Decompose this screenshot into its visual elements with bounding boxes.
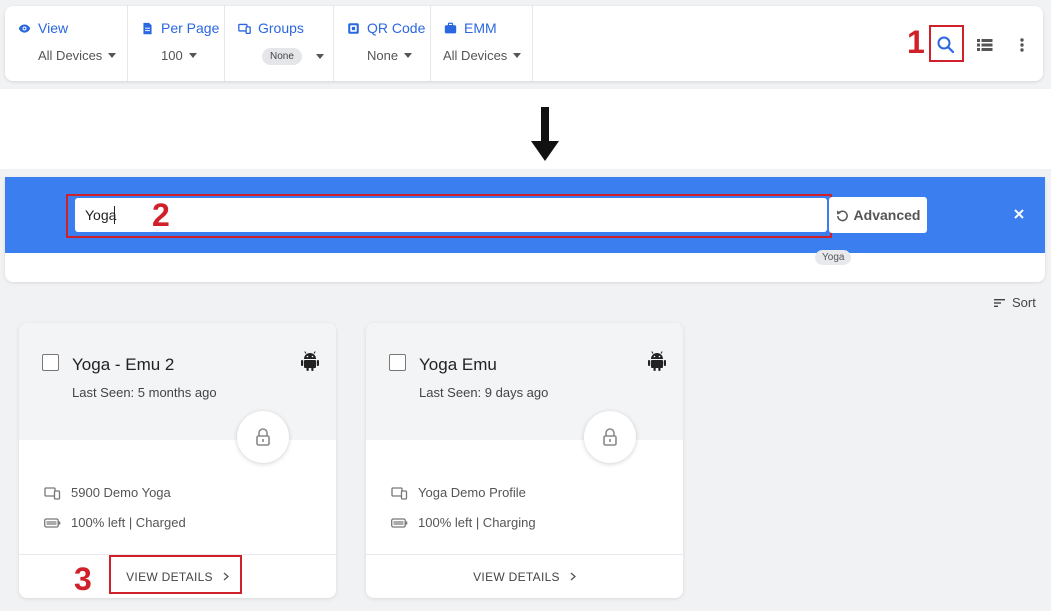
groups-value: None — [262, 48, 302, 65]
device-profile-label: Yoga Demo Profile — [418, 485, 526, 500]
device-card: Yoga Emu Last Seen: 9 days ago Yoga Demo… — [366, 323, 683, 598]
step-3-marker: 3 — [74, 561, 92, 597]
qr-code-filter-label: QR Code — [367, 20, 426, 36]
qr-code-icon — [348, 22, 359, 34]
devices-icon — [238, 23, 251, 34]
android-icon — [648, 351, 666, 371]
sort-label: Sort — [1012, 295, 1036, 310]
view-value: All Devices — [38, 48, 103, 63]
search-panel: 2 Advanced Yoga — [5, 177, 1045, 282]
lock-icon — [603, 428, 617, 446]
groups-dropdown[interactable]: None — [262, 48, 324, 65]
chevron-down-icon — [188, 53, 197, 58]
view-details-highlight — [109, 555, 242, 594]
sort-icon — [994, 298, 1005, 307]
view-details-label: VIEW DETAILS — [473, 569, 560, 584]
last-seen: Last Seen: 5 months ago — [72, 385, 217, 400]
arrow-down-icon — [531, 107, 559, 161]
step-2-marker: 2 — [152, 197, 170, 233]
per-page-filter[interactable]: Per Page 100 — [128, 6, 225, 81]
device-profile: Yoga Demo Profile — [391, 485, 526, 500]
advanced-label: Advanced — [853, 207, 921, 223]
view-details-button[interactable]: VIEW DETAILS — [366, 554, 683, 598]
search-input-highlight — [66, 194, 832, 238]
chevron-right-icon — [570, 572, 576, 581]
qr-code-dropdown[interactable]: None — [367, 48, 413, 63]
qr-code-value: None — [367, 48, 399, 63]
document-icon — [143, 22, 152, 34]
view-filter-title: View — [18, 20, 68, 36]
battery-status: 100% left | Charging — [418, 515, 536, 530]
search-button[interactable] — [933, 32, 959, 58]
devices-icon — [44, 486, 61, 500]
qr-code-filter-title: QR Code — [347, 20, 425, 36]
briefcase-icon — [444, 22, 457, 33]
list-view-button[interactable] — [972, 32, 998, 58]
per-page-filter-label: Per Page — [161, 20, 220, 36]
search-term-chip[interactable]: Yoga — [815, 250, 852, 265]
device-profile: 5900 Demo Yoga — [44, 485, 171, 500]
emm-filter[interactable]: EMM All Devices — [431, 6, 533, 81]
chevron-down-icon — [513, 53, 522, 58]
filter-toolbar: View All Devices Per Page 100 Groups Non… — [5, 6, 1043, 81]
chevron-down-icon — [108, 53, 117, 58]
emm-filter-title: EMM — [444, 20, 497, 36]
emm-dropdown[interactable]: All Devices — [443, 48, 522, 63]
lock-device-button[interactable] — [584, 411, 636, 463]
more-options-button[interactable] — [1009, 32, 1035, 58]
device-select-checkbox[interactable] — [389, 354, 406, 371]
search-bar: 2 Advanced — [5, 177, 1045, 253]
more-vertical-icon — [1020, 38, 1024, 52]
qr-code-filter[interactable]: QR Code None — [334, 6, 431, 81]
view-filter-label: View — [38, 20, 69, 36]
device-battery: 100% left | Charging — [391, 515, 536, 530]
sort-button[interactable]: Sort — [994, 295, 1036, 310]
emm-value: All Devices — [443, 48, 508, 63]
groups-filter-title: Groups — [238, 20, 304, 36]
chevron-down-icon — [404, 53, 413, 58]
refresh-icon — [836, 209, 848, 221]
card-header — [19, 323, 336, 440]
battery-icon — [391, 517, 408, 528]
device-select-checkbox[interactable] — [42, 354, 59, 371]
step-separator — [0, 89, 1051, 169]
lock-device-button[interactable] — [237, 411, 289, 463]
eye-icon — [18, 23, 31, 33]
groups-filter-label: Groups — [258, 20, 304, 36]
battery-icon — [44, 517, 61, 528]
last-seen: Last Seen: 9 days ago — [419, 385, 549, 400]
search-icon — [937, 36, 955, 54]
card-header — [366, 323, 683, 440]
view-dropdown[interactable]: All Devices — [38, 48, 117, 63]
device-name: Yoga Emu — [419, 355, 497, 374]
close-icon — [1014, 209, 1024, 219]
per-page-value: 100 — [161, 48, 183, 63]
list-view-icon — [977, 39, 993, 51]
per-page-filter-title: Per Page — [141, 20, 219, 36]
view-filter[interactable]: View All Devices — [5, 6, 128, 81]
android-icon — [301, 351, 319, 371]
devices-icon — [391, 486, 408, 500]
groups-filter[interactable]: Groups None — [225, 6, 334, 81]
device-profile-label: 5900 Demo Yoga — [71, 485, 171, 500]
battery-status: 100% left | Charged — [71, 515, 186, 530]
step-1-marker: 1 — [907, 24, 925, 60]
lock-icon — [256, 428, 270, 446]
device-name: Yoga - Emu 2 — [72, 355, 175, 374]
advanced-search-button[interactable]: Advanced — [829, 197, 927, 233]
chevron-down-icon — [315, 54, 324, 59]
close-search-button[interactable] — [1008, 203, 1030, 225]
device-battery: 100% left | Charged — [44, 515, 186, 530]
emm-filter-label: EMM — [464, 20, 497, 36]
per-page-dropdown[interactable]: 100 — [161, 48, 197, 63]
